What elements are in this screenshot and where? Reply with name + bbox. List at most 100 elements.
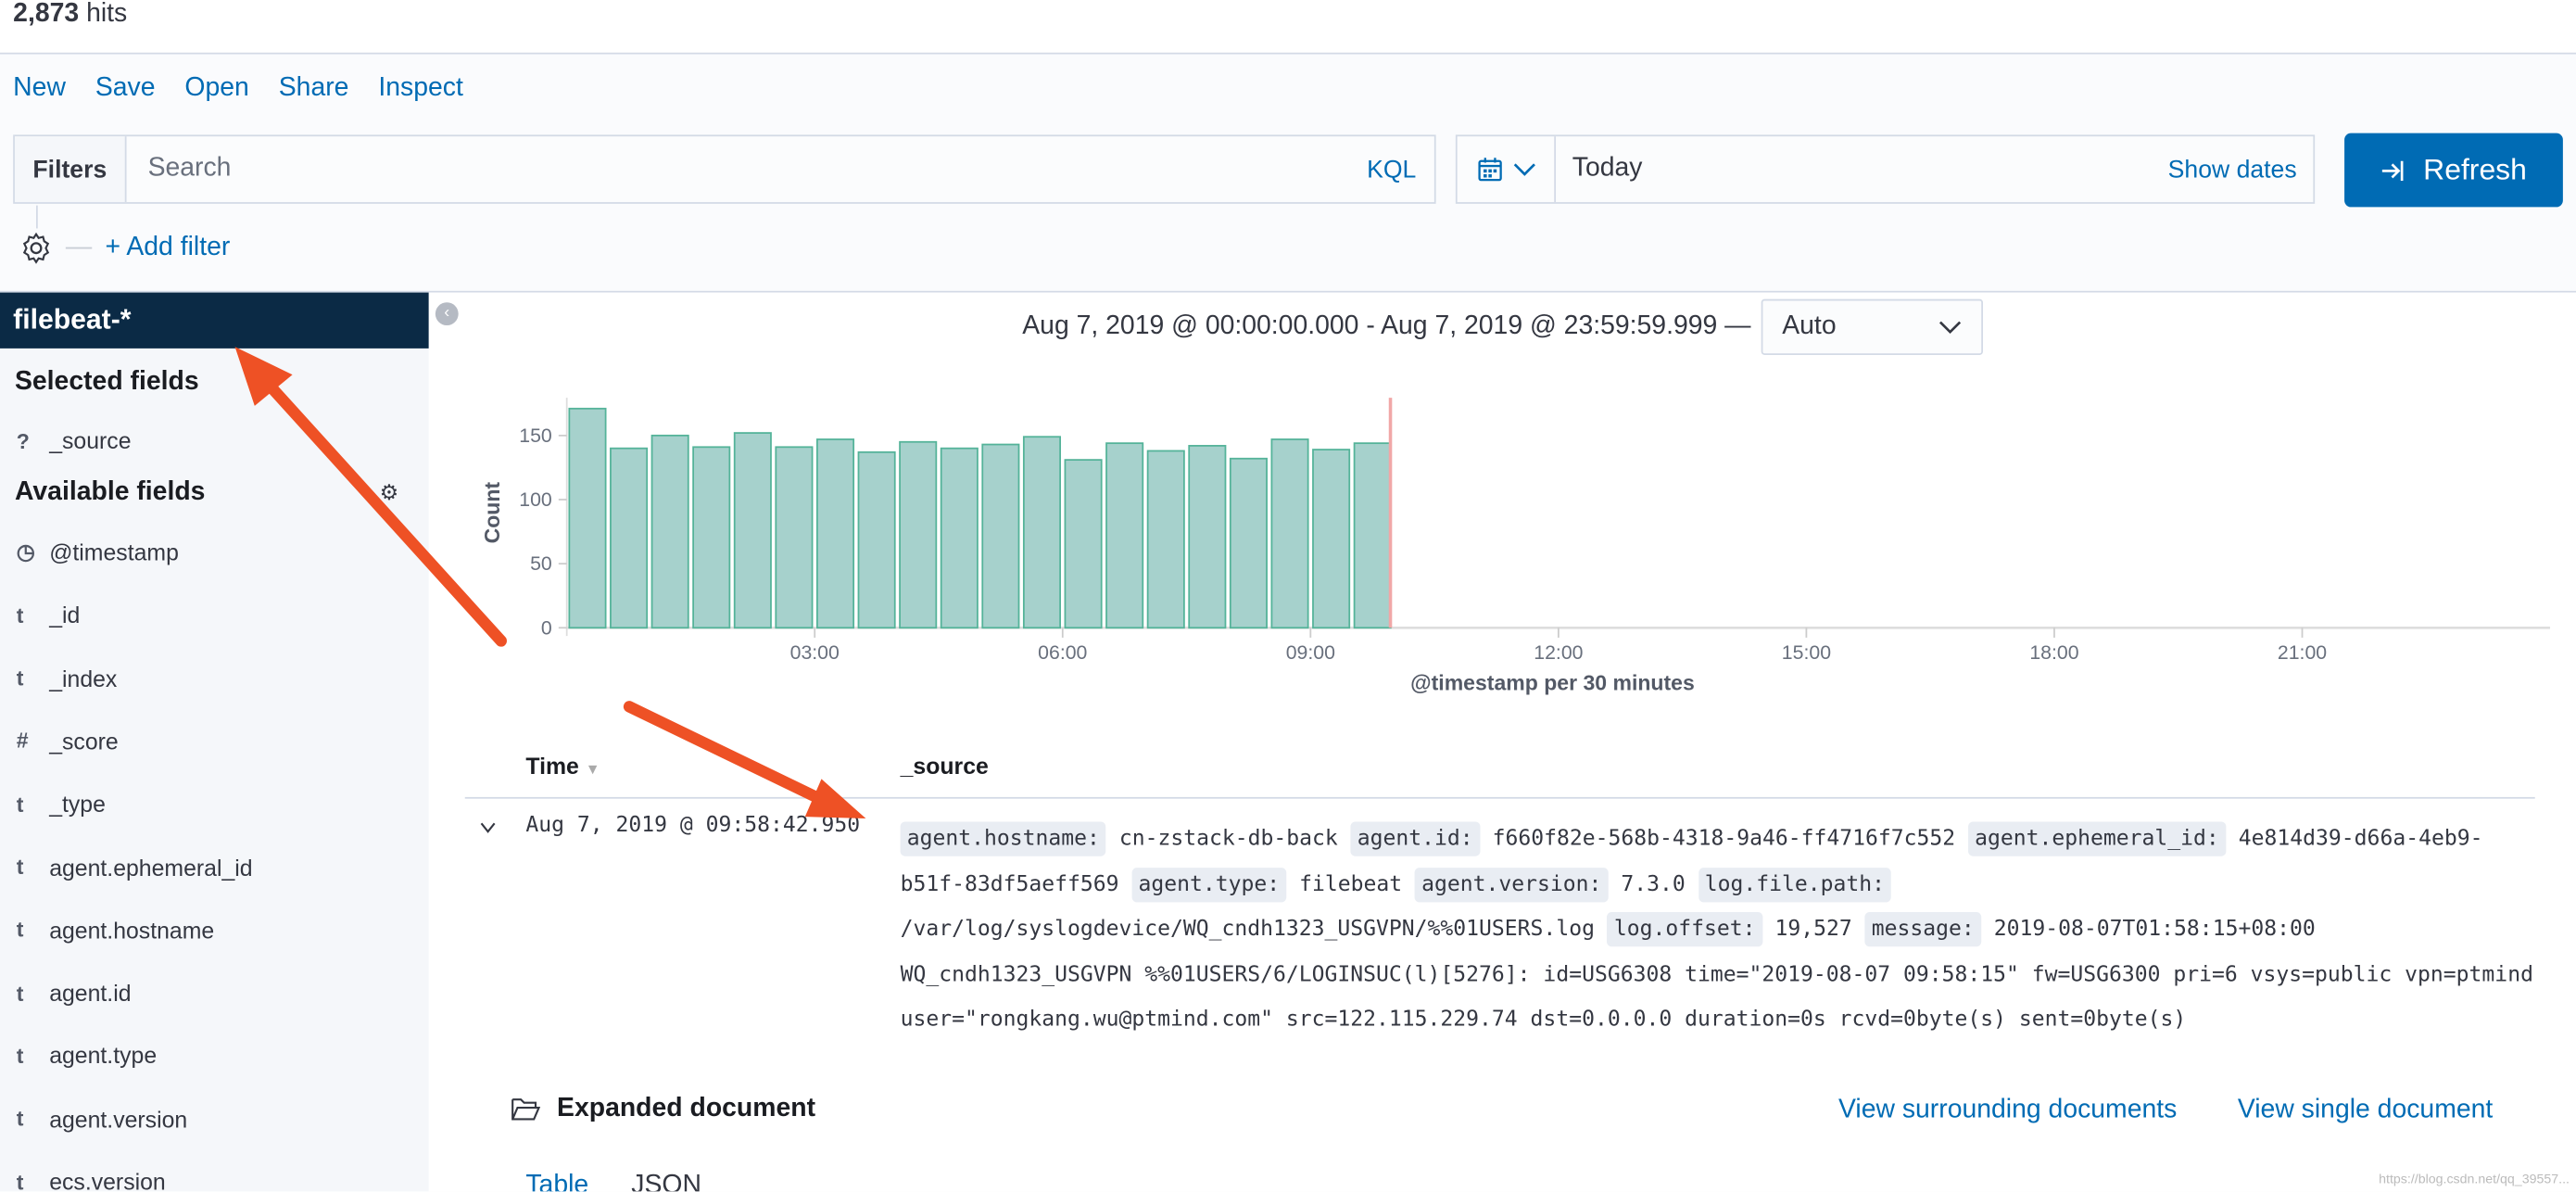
time-range: Aug 7, 2019 @ 00:00:00.000 - Aug 7, 2019…	[429, 298, 2576, 355]
histogram-bar	[816, 438, 855, 629]
dash: —	[65, 233, 93, 261]
index-pattern-selector[interactable]: filebeat-*	[0, 292, 429, 349]
selected-fields-title: Selected fields	[14, 368, 199, 397]
row-source: agent.hostname: cn-zstack-db-back agent.…	[900, 817, 2544, 1043]
source-value: 19,527	[1774, 917, 1852, 942]
menu-open[interactable]: Open	[184, 74, 248, 104]
field-item[interactable]: t agent.ephemeral_id	[17, 851, 253, 883]
histogram-bar	[899, 440, 938, 629]
histogram-bar	[1229, 457, 1268, 629]
histogram-bar	[733, 432, 772, 629]
string-type-icon: t	[16, 1106, 24, 1132]
query-bar: Filters Search KQL	[13, 134, 1436, 204]
field-name: _id	[49, 602, 81, 628]
string-type-icon: t	[16, 1043, 24, 1069]
quick-menu-button[interactable]	[1458, 136, 1557, 203]
field-item[interactable]: t _index	[17, 662, 118, 694]
column-header-time[interactable]: Time ▼	[525, 753, 600, 779]
top-menu: New Save Open Share Inspect	[13, 74, 463, 104]
field-item[interactable]: t ecs.version	[17, 1165, 166, 1192]
interval-select[interactable]: Auto	[1761, 298, 1983, 355]
folder-open-icon	[511, 1098, 541, 1121]
histogram-bar	[1022, 436, 1062, 629]
gear-icon[interactable]: ⚙	[380, 480, 399, 506]
field-name: _source	[49, 426, 132, 454]
histogram-bar	[981, 443, 1020, 629]
x-axis-label: @timestamp per 30 minutes	[1410, 671, 1695, 695]
filters-button[interactable]: Filters	[14, 136, 127, 203]
search-input[interactable]: Search	[127, 155, 1368, 184]
histogram-chart: 0 50 100 150 03:00 06:00 09:00 12:00 15:00 18:00 2…	[480, 398, 2551, 695]
menu-share[interactable]: Share	[279, 74, 349, 104]
refresh-label: Refresh	[2423, 152, 2527, 186]
show-dates-button[interactable]: Show dates	[2168, 156, 2314, 184]
y-tick-label: 50	[530, 552, 552, 575]
histogram-bar	[1270, 438, 1309, 629]
interval-value: Auto	[1782, 311, 1837, 341]
histogram-bar	[692, 446, 731, 629]
date-picker: Today Show dates	[1455, 134, 2316, 204]
refresh-button[interactable]: Refresh	[2344, 133, 2563, 208]
field-item[interactable]: t agent.type	[17, 1039, 157, 1072]
doc-tabs: Table JSON	[525, 1172, 701, 1191]
string-type-icon: t	[16, 917, 24, 943]
sidebar: filebeat-* Selected fields ? _source Avai…	[0, 292, 429, 1192]
field-item[interactable]: t _id	[17, 599, 81, 631]
histogram-bar	[1353, 442, 1392, 629]
row-time: Aug 7, 2019 @ 09:58:42.950	[525, 813, 861, 839]
filter-connector	[36, 205, 38, 229]
field-name: _type	[49, 791, 106, 818]
field-item[interactable]: ◷ @timestamp	[17, 536, 179, 568]
source-key: agent.version:	[1415, 867, 1609, 902]
field-name: ecs.version	[49, 1168, 166, 1192]
source-value: 7.3.0	[1621, 871, 1686, 897]
histogram-bar	[857, 450, 896, 629]
source-value: filebeat	[1299, 871, 1403, 897]
field-name: _index	[49, 665, 118, 691]
field-item[interactable]: # _score	[17, 725, 119, 757]
histogram-bar	[1188, 445, 1227, 629]
histogram-bar	[568, 407, 607, 629]
histogram-bar	[1312, 449, 1351, 629]
date-value[interactable]: Today	[1556, 155, 2168, 184]
field-item[interactable]: t agent.hostname	[17, 913, 214, 945]
field-name: agent.ephemeral_id	[49, 854, 253, 881]
chevron-down-icon[interactable]	[480, 822, 497, 835]
tab-table[interactable]: Table	[525, 1172, 588, 1191]
field-name: agent.type	[49, 1042, 158, 1070]
histogram-bar	[775, 446, 814, 629]
kql-button[interactable]: KQL	[1367, 156, 1434, 184]
column-header-source[interactable]: _source	[901, 753, 989, 779]
gear-icon[interactable]	[19, 232, 52, 264]
menu-save[interactable]: Save	[95, 74, 156, 104]
source-value: /var/log/syslogdevice/WQ_cndh1323_USGVPN…	[900, 917, 1595, 942]
string-type-icon: t	[16, 602, 24, 628]
menu-inspect[interactable]: Inspect	[378, 74, 462, 104]
tab-json[interactable]: JSON	[631, 1172, 701, 1191]
time-range-text: Aug 7, 2019 @ 00:00:00.000 - Aug 7, 2019…	[1022, 311, 1751, 341]
field-item[interactable]: ? _source	[17, 424, 132, 456]
field-item[interactable]: t _type	[17, 788, 106, 820]
unknown-type-icon: ?	[16, 427, 30, 453]
calendar-icon	[1477, 158, 1501, 182]
source-value: f660f82e-568b-4318-9a46-ff4716f7c552	[1492, 826, 1956, 852]
expanded-document-title: Expanded document	[511, 1095, 815, 1124]
view-single-link[interactable]: View single document	[2238, 1097, 2493, 1126]
field-name: agent.hostname	[49, 916, 215, 944]
watermark: https://blog.csdn.net/qq_39557...	[2379, 1172, 2570, 1187]
view-surrounding-link[interactable]: View surrounding documents	[1838, 1097, 2177, 1126]
number-type-icon: #	[16, 729, 29, 754]
clock-icon: ◷	[16, 539, 35, 564]
menu-new[interactable]: New	[13, 74, 66, 104]
chevron-down-icon	[1938, 321, 1961, 335]
string-type-icon: t	[16, 792, 24, 817]
y-tick-label: 100	[519, 488, 551, 511]
add-filter-button[interactable]: + Add filter	[105, 234, 230, 263]
field-name: _score	[49, 728, 119, 755]
source-key: agent.hostname:	[900, 821, 1106, 856]
field-item[interactable]: t agent.version	[17, 1102, 188, 1135]
source-key: agent.type:	[1131, 867, 1287, 902]
x-tick-label: 03:00	[790, 641, 840, 664]
x-tick-label: 12:00	[1534, 641, 1583, 664]
field-item[interactable]: t agent.id	[17, 976, 132, 1008]
